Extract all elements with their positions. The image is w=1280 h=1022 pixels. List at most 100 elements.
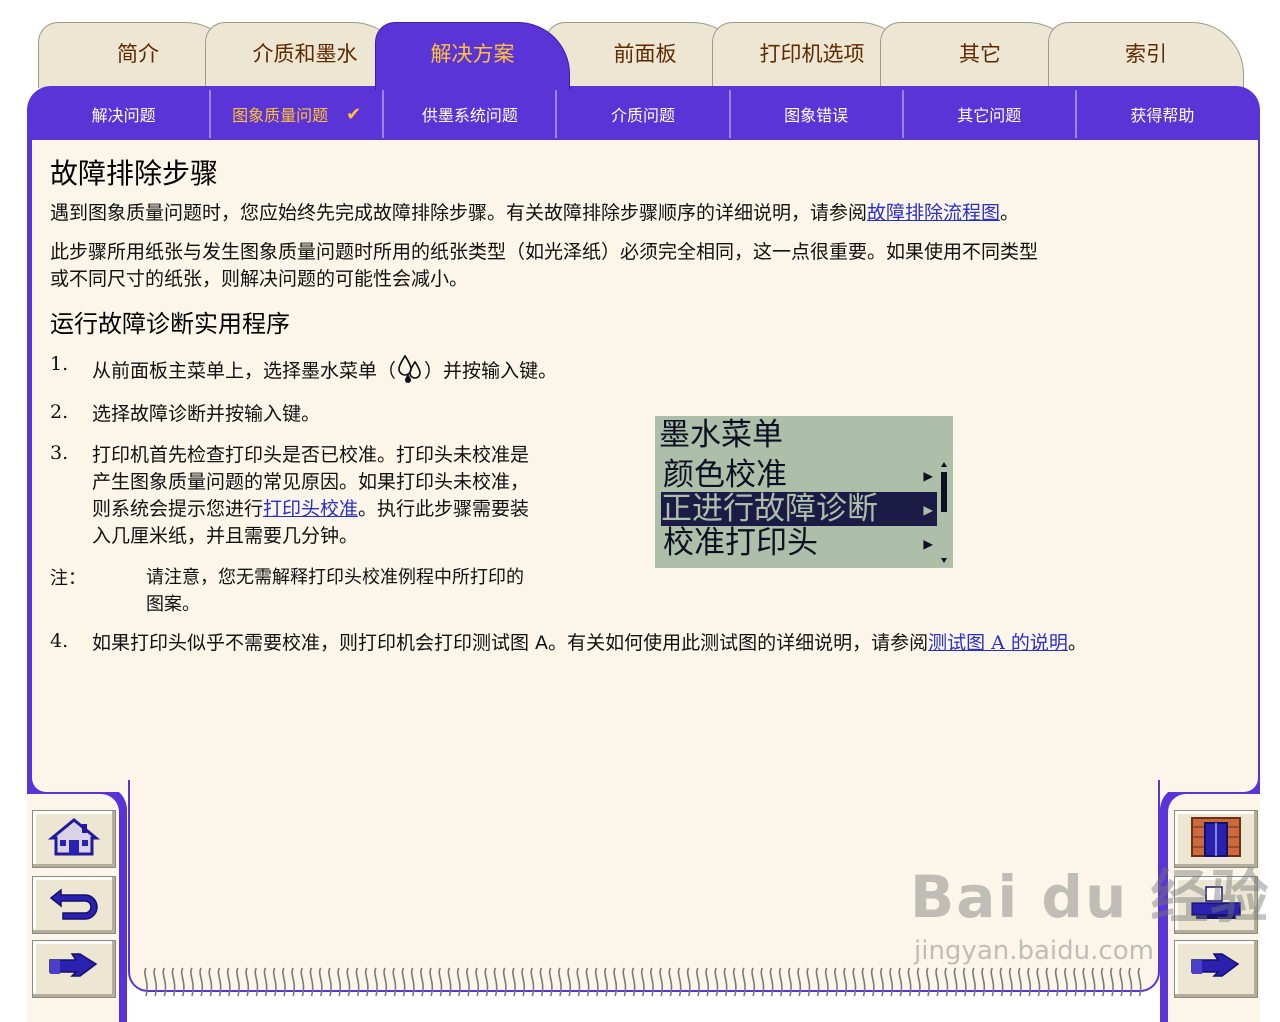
front-panel-lcd: 墨水菜单 颜色校准 ▶ 正进行故障诊断 ▶ 校准打印头 ▶ — [655, 416, 953, 568]
watermark-logo: Bai du 经验 — [910, 863, 1271, 931]
spiral-coil — [300, 967, 305, 997]
spiral-coil — [861, 967, 866, 997]
spiral-coil — [530, 967, 535, 997]
paragraph-text: 。 — [1000, 202, 1020, 224]
spiral-coil — [815, 967, 820, 997]
spiral-coil — [705, 967, 710, 997]
lcd-arrow-icon: ▶ — [923, 466, 933, 485]
next-page-button[interactable] — [32, 940, 116, 998]
spiral-coil — [558, 967, 562, 997]
step-bold: 故障诊断 — [130, 403, 207, 425]
step-1: 从前面板主菜单上，选择墨水菜单（ ）并按输入键。 — [92, 353, 557, 391]
lcd-scroll-thumb — [941, 472, 947, 512]
spiral-coil — [898, 967, 903, 997]
spiral-coil — [677, 967, 682, 997]
spiral-coil — [346, 967, 351, 997]
spiral-coil — [1027, 967, 1032, 997]
printhead-alignment-link[interactable]: 打印头校准 — [263, 498, 358, 520]
step-text: 如果打印头似乎不需要校准，则打印机会打印 — [92, 632, 473, 654]
spiral-coil — [374, 967, 378, 997]
spiral-coil — [355, 967, 360, 997]
subnav-label: 介质问题 — [610, 106, 675, 125]
spiral-coil — [254, 967, 259, 997]
sub-navigation: 解决问题 图象质量问题 ✔ 供墨系统问题 介质问题 图象错误 其它问题 获得帮助 — [38, 90, 1248, 138]
spiral-coil — [751, 967, 756, 997]
tab-label: 其它 — [959, 42, 1001, 66]
note-line: 请注意，您无需解释打印头校准例程中所打印的 — [146, 567, 524, 588]
spiral-coil — [843, 967, 848, 997]
spiral-coil — [420, 967, 424, 997]
subnav-label: 获得帮助 — [1130, 106, 1195, 125]
subnav-item-solve-problems[interactable]: 解决问题 — [38, 90, 212, 138]
spiral-coil — [245, 967, 250, 997]
spiral-coil — [760, 967, 765, 997]
spiral-coil — [1110, 967, 1114, 997]
spiral-coil — [999, 967, 1004, 997]
ink-drops-icon — [396, 353, 424, 391]
step-2: 选择故障诊断并按输入键。 — [92, 401, 320, 428]
spiral-coil — [171, 967, 176, 997]
spiral-coil — [383, 967, 388, 997]
spiral-coil — [180, 967, 185, 997]
paper-paragraph: 此步骤所用纸张与发生图象质量问题时所用的纸张类型（如光泽纸）必须完全相同，这一点… — [50, 239, 1038, 293]
spiral-coil — [880, 967, 884, 997]
spiral-coil — [272, 967, 277, 997]
tab-index[interactable]: 索引 — [1048, 22, 1244, 88]
home-icon — [47, 816, 101, 862]
spiral-coil — [153, 967, 158, 997]
spiral-coil — [723, 967, 728, 997]
subnav-item-ink-system[interactable]: 供墨系统问题 — [384, 90, 558, 138]
subnav-item-image-quality[interactable]: 图象质量问题 ✔ — [211, 90, 385, 138]
lcd-scroll-arrow-down-icon — [941, 558, 947, 563]
spiral-coil — [291, 967, 296, 997]
tab-label: 简介 — [117, 42, 159, 66]
step-number: 4. — [50, 630, 69, 652]
spiral-coil — [962, 967, 967, 997]
note-line: 图案。 — [146, 594, 200, 615]
spiral-coil — [548, 967, 553, 997]
spiral-coil — [852, 967, 857, 997]
spiral-coil — [778, 967, 783, 997]
spiral-coil — [502, 967, 507, 997]
spiral-coil — [392, 967, 397, 997]
step-bold: 测试图 A — [472, 632, 549, 654]
paragraph-line: 或不同尺寸的纸张，则解决问题的可能性会减小。 — [50, 268, 469, 290]
subnav-item-image-errors[interactable]: 图象错误 — [731, 90, 904, 138]
subnav-item-media[interactable]: 介质问题 — [557, 90, 731, 138]
step-number: 1. — [50, 353, 69, 375]
spiral-coil — [650, 967, 654, 997]
step-line: 则系统会提示您进行打印头校准。执行此步骤需要装 — [92, 496, 642, 523]
test-print-a-link[interactable]: 测试图 A 的说明 — [928, 632, 1068, 654]
checkmark-icon: ✔ — [346, 103, 362, 125]
spiral-coil — [788, 967, 792, 997]
subnav-item-get-help[interactable]: 获得帮助 — [1077, 90, 1248, 138]
spiral-coil — [318, 967, 323, 997]
spiral-coil — [732, 967, 737, 997]
spiral-coil — [742, 967, 746, 997]
step-line: 入几厘米纸，并且需要几分钟。 — [92, 525, 359, 547]
subnav-label: 供墨系统问题 — [421, 106, 518, 125]
spiral-coil — [604, 967, 608, 997]
back-button[interactable] — [32, 876, 116, 934]
step-bold: 输入 — [481, 360, 520, 382]
spiral-coil — [1073, 967, 1078, 997]
flowchart-link[interactable]: 故障排除流程图 — [867, 202, 1000, 224]
spiral-coil — [466, 967, 470, 997]
spiral-coil — [1119, 967, 1124, 997]
spiral-coil — [926, 967, 930, 997]
lcd-arrow-icon: ▶ — [923, 534, 933, 553]
home-button[interactable] — [32, 810, 116, 868]
tab-solutions[interactable]: 解决方案 — [375, 22, 570, 90]
subnav-item-other-problems[interactable]: 其它问题 — [904, 90, 1077, 138]
spiral-coil — [907, 967, 912, 997]
step-text: 从前面板主菜单上，选择 — [92, 360, 302, 382]
spiral-coil — [640, 967, 645, 997]
spiral-coil — [1091, 967, 1096, 997]
step-text: 。执行此步骤需要装 — [358, 498, 530, 520]
spiral-coil — [282, 967, 286, 997]
spiral-coil — [806, 967, 811, 997]
spiral-coil — [144, 967, 148, 997]
spiral-coil — [631, 967, 636, 997]
step-text: 选择 — [92, 403, 131, 425]
spiral-coil — [1054, 967, 1059, 997]
